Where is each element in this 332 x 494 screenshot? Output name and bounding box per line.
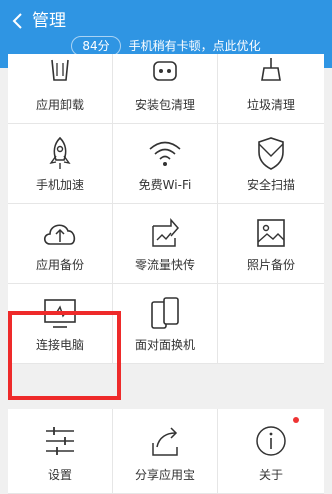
notification-dot (293, 417, 299, 423)
tool-zero-data-transfer[interactable]: 零流量快传 (113, 204, 218, 284)
back-arrow-icon[interactable] (8, 10, 30, 32)
settings-sliders-icon (46, 427, 74, 455)
tool-security-scan[interactable]: 安全扫描 (218, 124, 324, 204)
shield-icon (258, 137, 284, 170)
broom-icon (261, 58, 281, 81)
rocket-icon (49, 136, 71, 169)
settings-item[interactable]: 设置 (8, 409, 113, 494)
optimize-banner[interactable]: 84分 手机稍有卡顿，点此优化 (0, 36, 332, 56)
tool-junk-cleanup[interactable]: 垃圾清理 (218, 54, 324, 124)
settings-panel: 设置 分享应用宝 关于 (8, 409, 324, 494)
tool-label: 应用备份 (35, 258, 84, 272)
tool-label: 安全扫描 (246, 178, 295, 192)
tool-label: 垃圾清理 (246, 98, 295, 112)
monitor-icon (44, 299, 76, 328)
settings-label: 设置 (47, 468, 72, 482)
tool-label: 面对面换机 (134, 338, 195, 352)
share-item[interactable]: 分享应用宝 (113, 409, 218, 494)
cloud-upload-icon (43, 224, 76, 245)
tool-app-backup[interactable]: 应用备份 (8, 204, 113, 284)
tool-label: 连接电脑 (35, 338, 84, 352)
tool-label: 应用卸载 (35, 98, 84, 112)
tool-face-to-face-transfer[interactable]: 面对面换机 (113, 284, 218, 364)
info-icon (256, 426, 286, 456)
share-icon (152, 427, 178, 456)
about-label: 关于 (258, 468, 283, 482)
robot-icon (153, 61, 177, 81)
tool-label: 免费Wi-Fi (138, 178, 192, 192)
tool-label: 照片备份 (246, 258, 295, 272)
score-badge: 84分 (71, 36, 121, 56)
optimize-hint: 手机稍有卡顿，点此优化 (128, 39, 261, 53)
share-label: 分享应用宝 (134, 468, 195, 482)
tool-label: 手机加速 (35, 178, 84, 192)
tool-package-cleanup[interactable]: 安装包清理 (113, 54, 218, 124)
tool-connect-pc[interactable]: 连接电脑 (8, 284, 113, 364)
phones-icon (151, 297, 179, 329)
about-item[interactable]: 关于 (218, 409, 324, 494)
photo-icon (257, 219, 285, 247)
transfer-icon (152, 218, 179, 247)
trash-icon (51, 59, 69, 81)
page-title: 管理 (32, 11, 66, 31)
tool-label: 零流量快传 (134, 258, 195, 272)
tool-photo-backup[interactable]: 照片备份 (218, 204, 324, 284)
tool-label: 安装包清理 (134, 98, 195, 112)
tool-free-wifi[interactable]: 免费Wi-Fi (113, 124, 218, 204)
wifi-icon (149, 141, 181, 166)
empty-cell (218, 284, 324, 364)
tools-panel: 应用卸载 安装包清理 垃圾清理 手机加速 免费Wi-Fi 安全扫描 应用备份 零… (8, 54, 324, 364)
tool-uninstall-apps[interactable]: 应用卸载 (8, 54, 113, 124)
tool-phone-speedup[interactable]: 手机加速 (8, 124, 113, 204)
